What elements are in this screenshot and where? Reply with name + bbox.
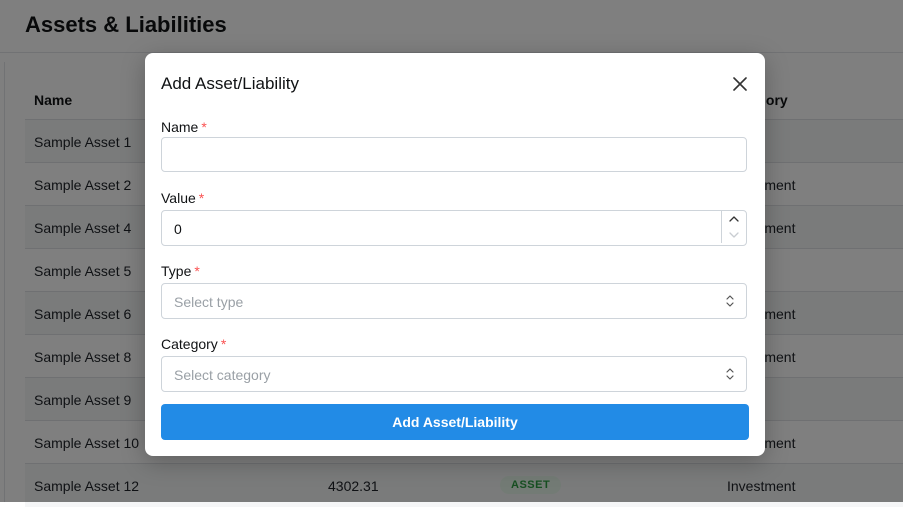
category-select-placeholder: Select category	[174, 367, 271, 383]
value-input-value: 0	[174, 221, 182, 237]
type-select-placeholder: Select type	[174, 294, 244, 310]
name-label: Name *	[161, 119, 207, 135]
value-label: Value *	[161, 190, 204, 206]
chevron-up-icon	[729, 216, 739, 222]
required-marker: *	[220, 336, 227, 352]
category-label-text: Category	[161, 336, 218, 352]
value-input[interactable]: 0	[161, 210, 747, 246]
close-button[interactable]	[728, 72, 752, 96]
increment-button[interactable]	[722, 211, 746, 227]
type-label: Type *	[161, 263, 200, 279]
category-select[interactable]: Select category	[161, 356, 747, 392]
type-select[interactable]: Select type	[161, 283, 747, 319]
value-stepper[interactable]	[721, 211, 746, 243]
modal-title: Add Asset/Liability	[161, 74, 299, 93]
add-asset-liability-modal: Add Asset/Liability Name * Value * 0 Typ…	[145, 53, 765, 456]
decrement-button[interactable]	[722, 227, 746, 243]
close-icon	[733, 77, 747, 91]
name-input[interactable]	[161, 137, 747, 172]
type-label-text: Type	[161, 263, 192, 279]
required-marker: *	[198, 190, 205, 206]
required-marker: *	[194, 263, 200, 279]
category-label: Category *	[161, 336, 226, 352]
required-marker: *	[201, 119, 207, 135]
name-label-text: Name	[161, 119, 199, 135]
add-asset-liability-button[interactable]: Add Asset/Liability	[161, 404, 749, 440]
selector-icon	[726, 295, 734, 307]
value-label-text: Value	[161, 190, 196, 206]
chevron-down-icon	[729, 232, 739, 238]
selector-icon	[726, 368, 734, 380]
